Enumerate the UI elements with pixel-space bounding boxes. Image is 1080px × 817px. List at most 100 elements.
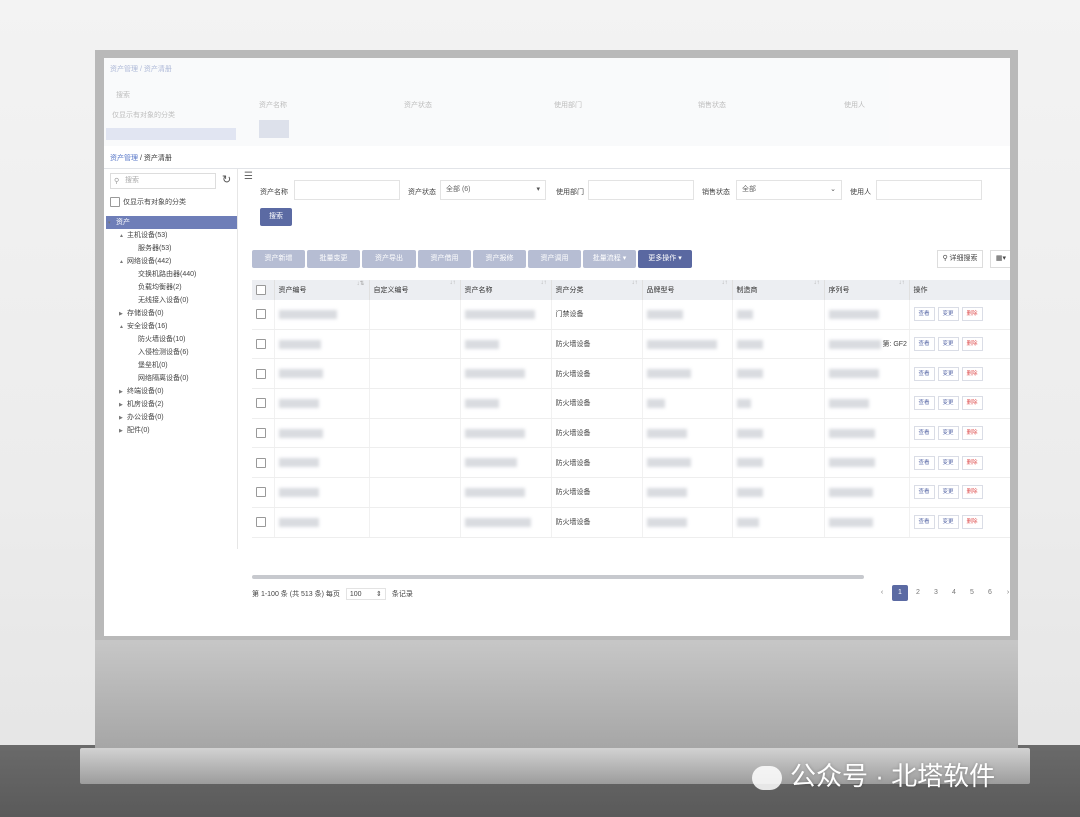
view-button[interactable]: 查看 — [913, 455, 935, 470]
change-button[interactable]: 变更 — [937, 366, 959, 381]
tree-node[interactable]: 交换机路由器(440) — [106, 268, 237, 281]
prev-page-button[interactable]: ‹ — [874, 585, 890, 601]
column-header[interactable]: 资产名称 ↓↑ — [460, 280, 552, 300]
collapse-icon[interactable]: ▲ — [119, 230, 127, 243]
tree-node[interactable]: ▶ 配件(0) — [106, 424, 237, 437]
change-button[interactable]: 变更 — [937, 455, 959, 470]
row-checkbox[interactable] — [256, 457, 266, 468]
view-button[interactable]: 查看 — [913, 426, 935, 441]
collapse-icon[interactable]: ▲ — [119, 256, 127, 269]
sale-status-select[interactable]: 全部 ⌄ — [736, 180, 842, 200]
change-button[interactable]: 变更 — [937, 485, 959, 500]
sort-icon[interactable]: ↓↑ — [722, 280, 728, 286]
sort-icon[interactable]: ↓↑ — [632, 280, 638, 286]
refresh-icon[interactable]: ↻ — [222, 173, 231, 186]
delete-button[interactable]: 删除 — [961, 307, 983, 322]
toolbar-button[interactable]: 资产报修 — [473, 250, 526, 268]
next-page-button[interactable]: › — [1000, 585, 1010, 601]
tree-node[interactable]: 负载均衡器(2) — [106, 281, 237, 294]
change-button[interactable]: 变更 — [937, 307, 959, 322]
toolbar-button[interactable]: 资产借用 — [418, 250, 471, 268]
row-checkbox[interactable] — [256, 428, 266, 439]
page-number[interactable]: 3 — [928, 585, 944, 601]
horizontal-scrollbar[interactable] — [252, 575, 864, 579]
collapse-icon[interactable]: ▲ — [119, 321, 127, 334]
tree-node[interactable]: 无线接入设备(0) — [106, 294, 237, 307]
sort-icon[interactable]: ↓↑ — [541, 280, 547, 286]
sort-icon[interactable]: ↓↑ — [814, 280, 820, 286]
use-dept-input[interactable] — [588, 180, 694, 200]
row-checkbox[interactable] — [256, 309, 266, 320]
delete-button[interactable]: 删除 — [961, 337, 983, 352]
view-button[interactable]: 查看 — [913, 337, 935, 352]
view-button[interactable]: 查看 — [913, 396, 935, 411]
tree-node[interactable]: ▶ 机房设备(2) — [106, 398, 237, 411]
view-button[interactable]: 查看 — [913, 366, 935, 381]
collapse-icon[interactable]: ▾ — [108, 217, 116, 230]
table-row[interactable]: 防火墙设备 查看 变更 删除 — [252, 388, 1010, 419]
row-checkbox[interactable] — [256, 398, 266, 409]
page-number[interactable]: 5 — [964, 585, 980, 601]
select-all-checkbox[interactable] — [256, 285, 266, 295]
delete-button[interactable]: 删除 — [961, 426, 983, 441]
tree-node[interactable]: ▲ 主机设备(53) — [106, 229, 237, 242]
change-button[interactable]: 变更 — [937, 396, 959, 411]
change-button[interactable]: 变更 — [937, 515, 959, 530]
column-header[interactable]: 制造商 ↓↑ — [732, 280, 825, 300]
view-button[interactable]: 查看 — [913, 485, 935, 500]
delete-button[interactable]: 删除 — [961, 396, 983, 411]
row-checkbox[interactable] — [256, 339, 266, 350]
toolbar-button[interactable]: 批量变更 — [307, 250, 360, 268]
asset-name-input[interactable] — [294, 180, 400, 200]
breadcrumb-root[interactable]: 资产管理 — [110, 155, 138, 162]
change-button[interactable]: 变更 — [937, 426, 959, 441]
row-checkbox[interactable] — [256, 368, 266, 379]
toolbar-button[interactable]: 资产新增 — [252, 250, 305, 268]
table-row[interactable]: 防火墙设备 查看 变更 删除 — [252, 418, 1010, 449]
only-with-objects-checkbox[interactable]: 仅显示有对象的分类 — [110, 197, 186, 208]
tree-node[interactable]: ▲ 安全设备(16) — [106, 320, 237, 333]
table-row[interactable]: 防火墙设备 第: GF2 查看 变更 删除 — [252, 329, 1010, 360]
view-button[interactable]: 查看 — [913, 307, 935, 322]
tree-node[interactable]: 服务器(53) — [106, 242, 237, 255]
column-header[interactable]: 资产分类 ↓↑ — [551, 280, 643, 300]
toolbar-button[interactable]: 批量流程 ▾ — [583, 250, 636, 268]
view-button[interactable]: 查看 — [913, 515, 935, 530]
tree-node[interactable]: 堡垒机(0) — [106, 359, 237, 372]
sort-icon[interactable]: ↓↑ — [899, 280, 905, 286]
row-checkbox[interactable] — [256, 487, 266, 498]
table-row[interactable]: 防火墙设备 查看 变更 删除 — [252, 477, 1010, 508]
delete-button[interactable]: 删除 — [961, 366, 983, 381]
delete-button[interactable]: 删除 — [961, 515, 983, 530]
expand-icon[interactable]: ▶ — [119, 425, 127, 438]
column-header[interactable]: 资产编号 ↓⇅ — [274, 280, 370, 300]
sort-icon[interactable]: ↓↑ — [450, 280, 456, 286]
column-header[interactable]: 自定义编号 ↓↑ — [369, 280, 461, 300]
toolbar-button[interactable]: 资产导出 — [362, 250, 416, 268]
table-row[interactable]: 门禁设备 查看 变更 删除 — [252, 300, 1010, 330]
asset-status-select[interactable]: 全部 (6) ▾ — [440, 180, 546, 200]
page-number[interactable]: 4 — [946, 585, 962, 601]
tree-node[interactable]: 入侵检测设备(6) — [106, 346, 237, 359]
table-row[interactable]: 防火墙设备 查看 变更 删除 — [252, 447, 1010, 479]
user-input[interactable] — [876, 180, 982, 200]
delete-button[interactable]: 删除 — [961, 485, 983, 500]
tree-node[interactable]: 网络隔离设备(0) — [106, 372, 237, 385]
column-header[interactable]: 序列号 ↓↑ — [824, 280, 910, 300]
page-number[interactable]: 6 — [982, 585, 998, 601]
change-button[interactable]: 变更 — [937, 337, 959, 352]
tree-node[interactable]: ▶ 办公设备(0) — [106, 411, 237, 424]
tree-node[interactable]: ▶ 存储设备(0) — [106, 307, 237, 320]
tree-node[interactable]: ▲ 网络设备(442) — [106, 255, 237, 268]
search-button[interactable]: 搜索 — [260, 208, 292, 226]
advanced-search-button[interactable]: ⚲ 详细搜索 — [937, 250, 983, 268]
tree-node[interactable]: ▾ 资产 — [106, 216, 237, 229]
tree-node[interactable]: ▶ 终端设备(0) — [106, 385, 237, 398]
per-page-select[interactable]: 100 ⇕ — [345, 588, 386, 600]
toolbar-button[interactable]: 资产调用 — [528, 250, 581, 268]
page-number[interactable]: 2 — [910, 585, 926, 601]
column-header[interactable]: 品牌型号 ↓↑ — [642, 280, 733, 300]
menu-toggle-icon[interactable]: ☰ — [244, 171, 253, 182]
table-row[interactable]: 防火墙设备 查看 变更 删除 — [252, 358, 1010, 390]
toolbar-button[interactable]: 更多操作 ▾ — [638, 250, 692, 268]
